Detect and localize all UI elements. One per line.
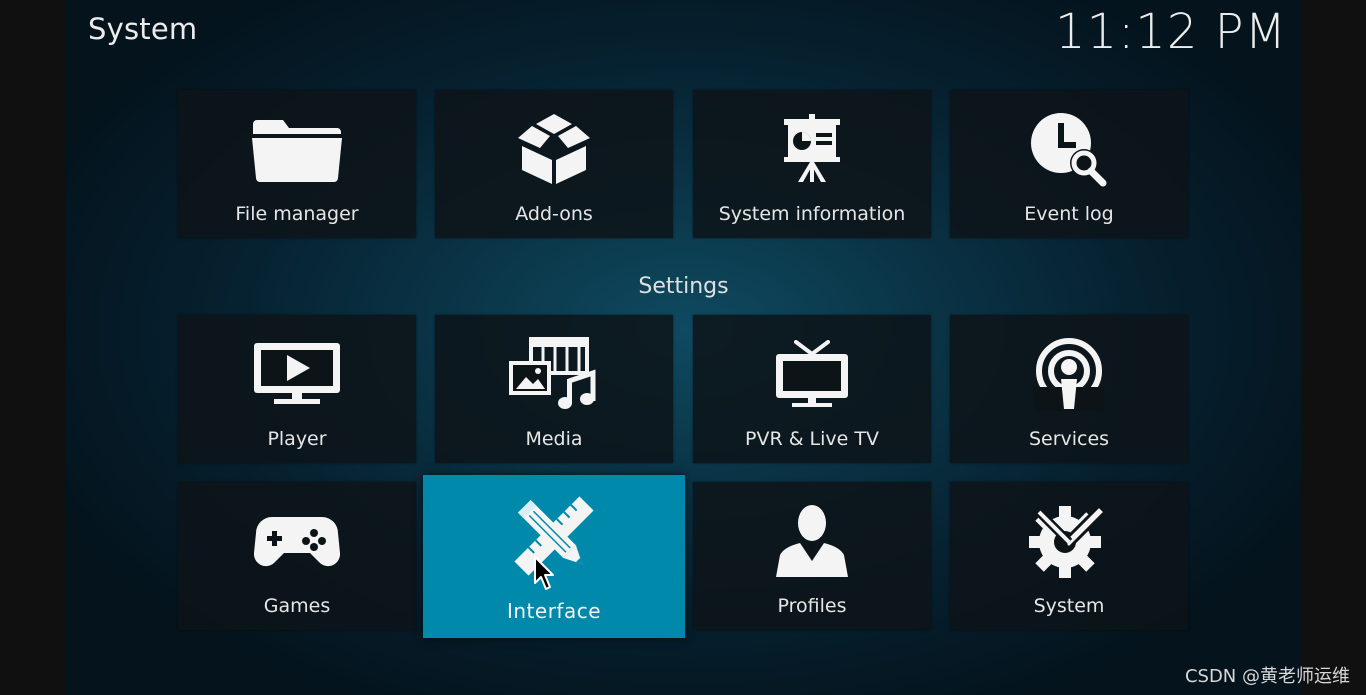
tile-interface[interactable]: Interface: [423, 475, 685, 638]
box-icon: [435, 110, 673, 188]
tile-label: Profiles: [777, 595, 847, 617]
tile-label: Add-ons: [515, 203, 593, 225]
tile-label: Media: [525, 428, 583, 450]
folder-icon: [178, 110, 416, 188]
tile-media[interactable]: Media: [435, 315, 673, 463]
gamepad-icon: [178, 502, 416, 580]
tile-player[interactable]: Player: [178, 315, 416, 463]
tile-label: Games: [263, 595, 331, 617]
tile-services[interactable]: Services: [950, 315, 1188, 463]
broadcast-icon: [950, 335, 1188, 413]
user-profile-icon: [693, 502, 931, 580]
tile-file-manager[interactable]: File manager: [178, 90, 416, 238]
tile-label: Event log: [1024, 203, 1114, 225]
page-title: System: [88, 12, 198, 46]
clock: 11:12 PM: [1055, 4, 1287, 60]
tile-label: Player: [267, 428, 327, 450]
tile-system-information[interactable]: System information: [693, 90, 931, 238]
tile-label: Services: [1028, 428, 1110, 450]
tile-pvr-live-tv[interactable]: PVR & Live TV: [693, 315, 931, 463]
watermark: CSDN @黄老师运维: [1184, 666, 1350, 687]
tv-antenna-icon: [693, 335, 931, 413]
tile-label: System information: [718, 203, 906, 225]
media-library-icon: [435, 335, 673, 413]
tile-event-log[interactable]: Event log: [950, 90, 1188, 238]
tile-profiles[interactable]: Profiles: [693, 482, 931, 630]
clock-search-icon: [950, 110, 1188, 188]
presentation-chart-icon: [693, 110, 931, 188]
tile-label: File manager: [235, 203, 359, 225]
monitor-play-icon: [178, 335, 416, 413]
section-heading-settings: Settings: [638, 274, 729, 299]
tile-label: PVR & Live TV: [745, 428, 879, 450]
tile-label: Interface: [506, 599, 602, 623]
tile-add-ons[interactable]: Add-ons: [435, 90, 673, 238]
mouse-cursor-icon: [533, 555, 557, 595]
kodi-system-screen: System 11:12 PM File manager Add-ons Sys…: [66, 0, 1301, 695]
tile-system[interactable]: System: [950, 482, 1188, 630]
gear-tools-icon: [950, 502, 1188, 580]
tile-games[interactable]: Games: [178, 482, 416, 630]
tile-label: System: [1033, 595, 1105, 617]
